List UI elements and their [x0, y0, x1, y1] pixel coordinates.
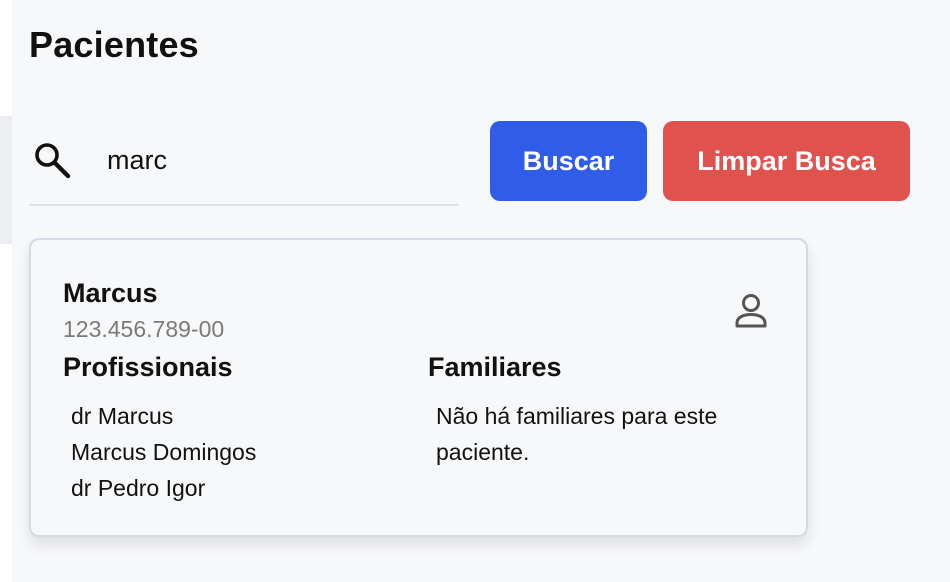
search-button[interactable]: Buscar: [490, 121, 647, 201]
family-empty-message: Não há familiares para este paciente.: [436, 403, 718, 465]
page-title: Pacientes: [29, 24, 199, 65]
search-input[interactable]: [107, 138, 447, 182]
professionals-list: dr Marcus Marcus Domingos dr Pedro Igor: [71, 398, 256, 506]
professionals-title: Profissionais: [63, 352, 233, 382]
list-item: dr Marcus: [71, 403, 174, 429]
search-bar: [29, 120, 459, 206]
list-item: dr Pedro Igor: [71, 475, 206, 501]
clear-search-button[interactable]: Limpar Busca: [663, 121, 910, 201]
patient-cpf: 123.456.789-00: [63, 316, 225, 342]
list-item: Marcus Domingos: [71, 439, 257, 465]
sidebar-edge-shade: [0, 116, 12, 244]
search-icon: [32, 140, 72, 180]
patient-card[interactable]: Marcus 123.456.789-00 Profissionais dr M…: [29, 238, 808, 537]
person-icon[interactable]: [731, 290, 771, 330]
sidebar-edge: [0, 0, 12, 582]
family-title: Familiares: [428, 352, 562, 382]
patient-name: Marcus: [63, 278, 158, 308]
